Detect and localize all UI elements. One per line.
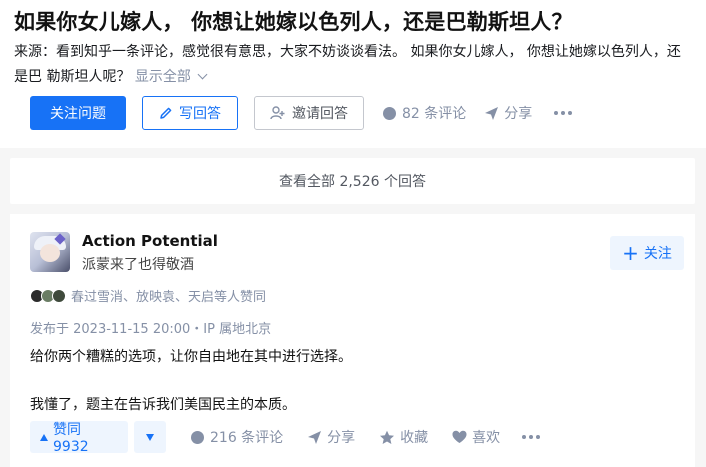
question-title[interactable]: 如果你女儿嫁人， 你想让她嫁以色列人，还是巴勒斯坦人？ (14, 6, 573, 36)
view-all-answers-button[interactable]: 查看全部 2,526 个回答 (10, 158, 695, 204)
answer-paragraph: 我懂了，题主在告诉我们美国民主的本质。 (30, 397, 296, 413)
share-icon (485, 106, 499, 120)
write-answer-button[interactable]: 写回答 (142, 96, 238, 130)
plus-icon: + (622, 241, 639, 265)
more-icon[interactable] (554, 111, 573, 115)
like-button[interactable]: 喜欢 (452, 427, 500, 447)
upvote-label: 赞同 9932 (53, 422, 89, 455)
follow-author-label: 关注 (643, 246, 672, 262)
chevron-down-icon (197, 69, 208, 80)
question-card: 如果你女儿嫁人， 你想让她嫁以色列人，还是巴勒斯坦人？ 来源：看到知乎一条评论，… (0, 0, 706, 148)
comment-icon (191, 430, 204, 444)
upvote-button[interactable]: 赞同 9932 (30, 421, 128, 455)
invite-answer-label: 邀请回答 (292, 106, 348, 122)
pen-icon (160, 107, 172, 119)
question-comments-button[interactable]: 82 条评论 (382, 103, 466, 123)
follow-author-button[interactable]: + 关注 (610, 236, 684, 270)
more-icon[interactable] (522, 435, 541, 439)
voter-avatar (52, 288, 66, 303)
question-actions: 关注问题 写回答 邀请回答 82 条评论 分享 (30, 96, 573, 130)
comment-icon (383, 106, 396, 120)
voters-row: 春过雪消、放映袁、天启等人赞同 (30, 286, 266, 305)
show-all-link[interactable]: 显示全部 (134, 69, 208, 85)
answer-share-button[interactable]: 分享 (307, 427, 355, 447)
share-icon (308, 430, 322, 444)
star-icon (380, 430, 395, 444)
favorite-label: 收藏 (400, 430, 429, 446)
downvote-icon (146, 433, 154, 441)
question-description: 来源：看到知乎一条评论，感觉很有意思，大家不妨谈谈看法。 如果你女儿嫁人， 你想… (14, 40, 694, 90)
answer-card: Action Potential 派蒙来了也得敬酒 + 关注 春过雪消、放映袁、… (10, 214, 695, 467)
question-share-button[interactable]: 分享 (484, 103, 532, 123)
answer-comments-button[interactable]: 216 条评论 (190, 427, 283, 447)
voters-text[interactable]: 春过雪消、放映袁、天启等人赞同 (71, 286, 266, 305)
answer-meta: 发布于 2023-11-15 20:00・IP 属地北京 (30, 322, 272, 337)
invite-user-icon (270, 106, 285, 120)
show-all-label: 显示全部 (134, 69, 191, 85)
answer-action-bar: 赞同 9932 216 条评论 分享 收藏 喜欢 (30, 420, 541, 455)
answer-paragraph: 给你两个糟糕的选项，让你自由地在其中进行选择。 (30, 349, 352, 365)
author-bio: 派蒙来了也得敬酒 (82, 257, 194, 273)
write-answer-label: 写回答 (179, 106, 221, 122)
downvote-button[interactable] (134, 421, 166, 453)
answer-comments-label: 216 条评论 (210, 430, 284, 446)
question-description-text: 来源：看到知乎一条评论，感觉很有意思，大家不妨谈谈看法。 如果你女儿嫁人， 你想… (14, 44, 681, 85)
heart-icon (452, 430, 467, 443)
author-name[interactable]: Action Potential (82, 232, 218, 250)
upvote-icon (40, 433, 48, 441)
favorite-button[interactable]: 收藏 (379, 427, 428, 447)
answer-share-label: 分享 (327, 430, 356, 446)
question-share-label: 分享 (504, 106, 533, 122)
follow-question-button[interactable]: 关注问题 (30, 96, 126, 130)
like-label: 喜欢 (472, 430, 501, 446)
avatar[interactable] (30, 232, 70, 272)
question-comments-label: 82 条评论 (402, 106, 467, 122)
invite-answer-button[interactable]: 邀请回答 (254, 96, 364, 130)
